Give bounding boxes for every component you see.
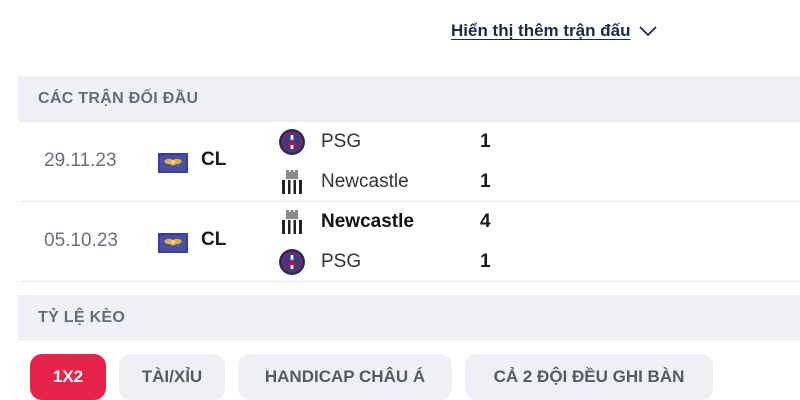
chevron-down-icon[interactable]	[638, 24, 658, 38]
team-name: Newcastle	[321, 171, 409, 192]
home-team-row: PSG	[278, 122, 800, 162]
competition-code: CL	[201, 149, 227, 170]
team-score: 1	[480, 171, 491, 192]
tab-both-teams-score[interactable]: CẢ 2 ĐỘI ĐỀU GHI BÀN	[465, 354, 713, 400]
psg-badge-icon	[279, 249, 305, 275]
team-score: 1	[480, 251, 491, 272]
odds-header: TỶ LỆ KÈO	[18, 295, 800, 341]
team-name: PSG	[321, 131, 362, 152]
newcastle-badge-icon	[282, 210, 302, 234]
team-name: PSG	[321, 251, 362, 272]
head-to-head-header: CÁC TRẬN ĐỐI ĐẦU	[18, 76, 800, 122]
away-team-row: Newcastle	[278, 162, 800, 202]
head-to-head-title: CÁC TRẬN ĐỐI ĐẦU	[38, 90, 199, 107]
match-row[interactable]: 29.11.23 CL PSG 1 Newcastle 1	[18, 122, 800, 202]
tab-1x2[interactable]: 1X2	[30, 354, 106, 400]
tab-asian-handicap[interactable]: HANDICAP CHÂU Á	[238, 354, 452, 400]
champions-league-flag-icon	[158, 153, 188, 173]
team-score: 4	[480, 211, 491, 232]
away-team-row: PSG	[278, 242, 800, 282]
match-date: 29.11.23	[44, 150, 117, 171]
match-date: 05.10.23	[44, 230, 118, 251]
team-name: Newcastle	[321, 211, 414, 232]
newcastle-badge-icon	[282, 170, 302, 194]
champions-league-flag-icon	[158, 233, 188, 253]
competition-code: CL	[201, 229, 227, 250]
psg-badge-icon	[279, 129, 305, 155]
home-team-row: Newcastle	[278, 202, 800, 242]
team-score: 1	[480, 131, 491, 152]
odds-tabs: 1X2 TÀI/XỈU HANDICAP CHÂU Á CẢ 2 ĐỘI ĐỀU…	[30, 354, 713, 400]
odds-title: TỶ LỆ KÈO	[38, 309, 126, 326]
show-more-label[interactable]: Hiển thị thêm trận đấu	[451, 21, 630, 41]
show-more-matches-link[interactable]: Hiển thị thêm trận đấu	[451, 18, 658, 44]
tab-over-under[interactable]: TÀI/XỈU	[119, 354, 225, 400]
match-row[interactable]: 05.10.23 CL Newcastle 4 PSG 1	[18, 202, 800, 282]
